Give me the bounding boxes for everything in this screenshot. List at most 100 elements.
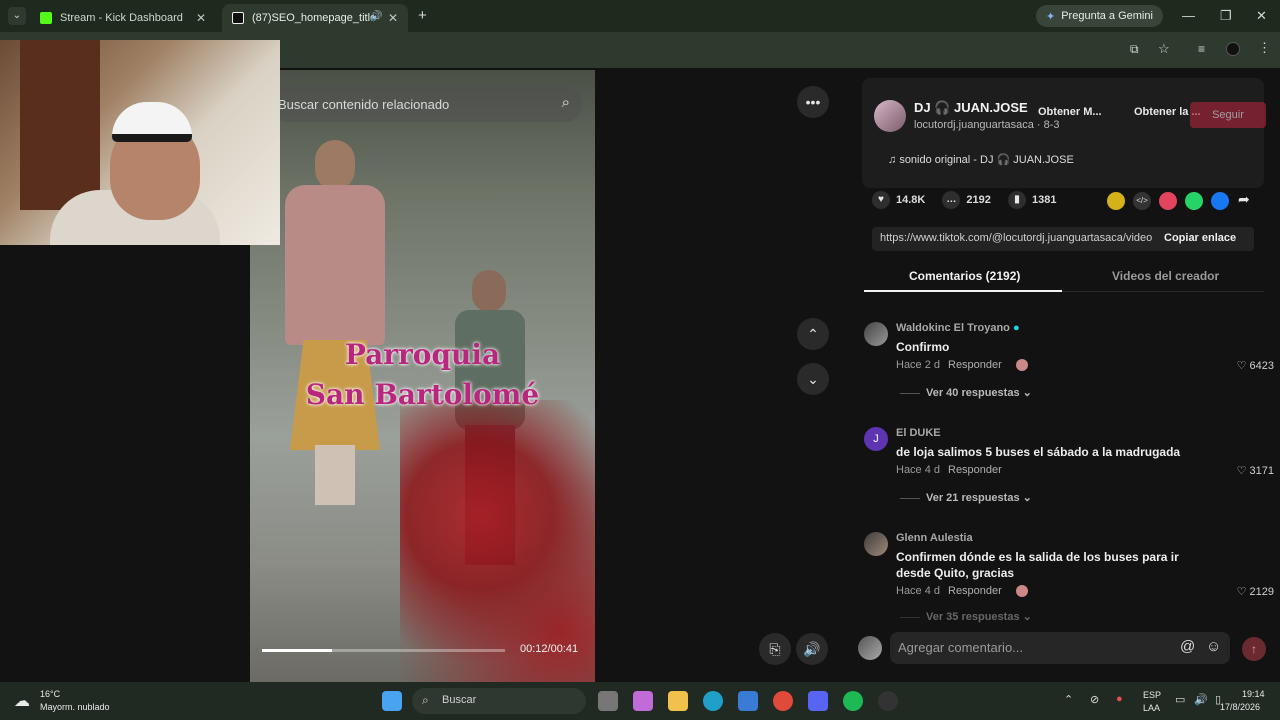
app-icon[interactable]	[808, 691, 828, 711]
install-icon[interactable]: ⧉	[1130, 42, 1139, 57]
commenter-avatar[interactable]: J	[864, 427, 888, 451]
profile-avatar[interactable]	[1226, 42, 1240, 56]
menu-kebab-icon[interactable]: ⋮	[1258, 40, 1271, 56]
clock-time[interactable]: 19:14	[1242, 689, 1265, 699]
follow-button[interactable]: Seguir	[1190, 102, 1266, 128]
view-replies-label: Ver 40 respuestas ⌄	[926, 387, 1032, 399]
comment-like-button[interactable]: ♡ 6423	[1237, 359, 1274, 372]
author-name[interactable]: DJ 🎧 JUAN.JOSE	[914, 100, 1028, 116]
network-off-icon[interactable]: ⊘	[1090, 693, 1099, 706]
volume-icon[interactable]: 🔊	[796, 633, 828, 665]
add-comment-input[interactable]: Agregar comentario... @ ☺	[890, 632, 1230, 664]
commenter-name[interactable]: Glenn Aulestia	[896, 532, 973, 544]
tab-seo-homepage[interactable]: (87)SEO_homepage_title 🔊 ✕	[222, 4, 408, 32]
restore-icon[interactable]: ❐	[1220, 8, 1232, 24]
heart-icon: ♥	[872, 191, 890, 209]
view-replies-button[interactable]: Ver 21 respuestas ⌄	[900, 491, 1032, 504]
close-icon[interactable]: ✕	[388, 11, 398, 25]
edge-icon[interactable]	[703, 691, 723, 711]
more-options-icon[interactable]: •••	[797, 86, 829, 118]
reply-button[interactable]: Responder	[948, 359, 1002, 371]
minimize-icon[interactable]: —	[1182, 8, 1195, 23]
store-icon[interactable]	[738, 691, 758, 711]
author-avatar[interactable]	[874, 100, 906, 132]
mention-icon[interactable]: @	[1180, 638, 1195, 655]
video-person-legs	[315, 445, 355, 505]
obs-icon[interactable]	[878, 691, 898, 711]
task-view-icon[interactable]	[598, 691, 618, 711]
next-video-icon[interactable]: ⌄	[797, 363, 829, 395]
comment-item: J El DUKE de loja salimos 5 buses el sáb…	[864, 427, 1274, 507]
divider	[900, 497, 920, 499]
sound-label: sonido original - DJ 🎧 JUAN.JOSE	[899, 154, 1074, 166]
reply-button[interactable]: Responder	[948, 585, 1002, 597]
microphone-icon[interactable]: ●	[1116, 693, 1123, 705]
send-icon[interactable]	[1159, 192, 1177, 210]
weather-desc[interactable]: Mayorm. nublado	[40, 702, 110, 712]
new-tab-icon[interactable]: +	[418, 7, 427, 24]
chrome-icon[interactable]	[773, 691, 793, 711]
weather-temp[interactable]: 16°C	[40, 689, 60, 699]
search-icon: ⌕	[422, 693, 429, 707]
send-comment-icon[interactable]: ↑	[1242, 637, 1266, 661]
monitor-icon[interactable]: ▭	[1175, 693, 1185, 706]
tab-comments[interactable]: Comentarios (2192)	[909, 269, 1020, 283]
tray-chevron-icon[interactable]: ⌃	[1064, 693, 1073, 706]
speaker-icon[interactable]: 🔊	[370, 11, 382, 22]
previous-video-icon[interactable]: ⌃	[797, 318, 829, 350]
copy-link-button[interactable]: Copiar enlace	[1164, 232, 1236, 244]
tab-kick-dashboard[interactable]: Stream - Kick Dashboard ✕	[30, 4, 216, 32]
emoji-icon[interactable]: ☺	[1206, 638, 1221, 655]
whatsapp-icon[interactable]	[1185, 192, 1203, 210]
video-url[interactable]: https://www.tiktok.com/@locutordj.juangu…	[880, 232, 1152, 244]
comment-time: Hace 2 d	[896, 359, 941, 371]
tab-creator-videos[interactable]: Videos del creador	[1112, 269, 1219, 283]
input-language[interactable]: ESP	[1143, 690, 1161, 700]
facebook-icon[interactable]	[1211, 192, 1229, 210]
copilot-icon[interactable]	[633, 691, 653, 711]
comment-like-button[interactable]: ♡ 2129	[1237, 585, 1274, 598]
input-layout[interactable]: LAA	[1143, 703, 1160, 713]
get-app-button[interactable]: Obtener M...	[1038, 106, 1102, 118]
bookmark-star-icon[interactable]: ☆	[1158, 41, 1170, 57]
view-replies-label: Ver 21 respuestas ⌄	[926, 492, 1032, 504]
follow-label: Seguir	[1212, 109, 1244, 121]
like-button[interactable]: ♥ 14.8K	[872, 191, 925, 209]
embed-icon[interactable]: </>	[1133, 192, 1151, 210]
share-arrow-icon[interactable]: ➦	[1238, 191, 1250, 208]
spotify-icon[interactable]	[843, 691, 863, 711]
file-explorer-icon[interactable]	[668, 691, 688, 711]
reply-button[interactable]: Responder	[948, 464, 1002, 476]
copy-link-icon[interactable]: ⎘	[759, 633, 791, 665]
comment-like-button[interactable]: ♡ 3171	[1237, 464, 1274, 477]
coin-icon[interactable]	[1107, 192, 1125, 210]
original-sound[interactable]: ♫ sonido original - DJ 🎧 JUAN.JOSE	[888, 153, 1074, 166]
webcam-person-cap	[112, 102, 192, 142]
taskbar-search[interactable]: ⌕ Buscar	[412, 688, 586, 714]
save-button[interactable]: ▮ 1381	[1007, 191, 1056, 209]
view-replies-button[interactable]: Ver 35 respuestas ⌄	[900, 610, 1032, 623]
author-handle[interactable]: locutordj.juanguartasaca · 8-3	[914, 119, 1060, 131]
ask-gemini-button[interactable]: ✦ Pregunta a Gemini	[1036, 5, 1163, 27]
video-progress-bar[interactable]	[262, 649, 505, 652]
comment-item: Glenn Aulestia Confirmen dónde es la sal…	[864, 532, 1274, 623]
view-replies-button[interactable]: Ver 40 respuestas ⌄	[900, 386, 1032, 399]
commenter-name[interactable]: El DUKE	[896, 427, 941, 439]
media-control-icon[interactable]: ≡	[1198, 42, 1205, 56]
tab-search-icon[interactable]: ⌄	[8, 7, 26, 25]
search-icon[interactable]: ⌕	[562, 94, 570, 111]
creator-liked-icon	[1016, 359, 1028, 371]
video-player[interactable]: Parroquia San Bartolomé Buscar contenido…	[250, 70, 595, 682]
window-close-icon[interactable]: ✕	[1256, 8, 1267, 24]
comment-button[interactable]: … 2192	[942, 191, 991, 209]
windows-start-icon[interactable]	[382, 691, 402, 711]
weather-icon[interactable]: ☁	[14, 691, 30, 711]
clock-date[interactable]: 17/8/2026	[1220, 702, 1260, 712]
commenter-avatar[interactable]	[864, 322, 888, 346]
tiktok-icon	[232, 12, 244, 24]
speaker-icon[interactable]: 🔊	[1194, 693, 1208, 706]
related-search-input[interactable]: Buscar contenido relacionado ⌕	[270, 86, 582, 122]
commenter-name[interactable]: Waldokinc El Troyano ●	[896, 322, 1020, 334]
close-icon[interactable]: ✕	[196, 11, 206, 25]
commenter-avatar[interactable]	[864, 532, 888, 556]
